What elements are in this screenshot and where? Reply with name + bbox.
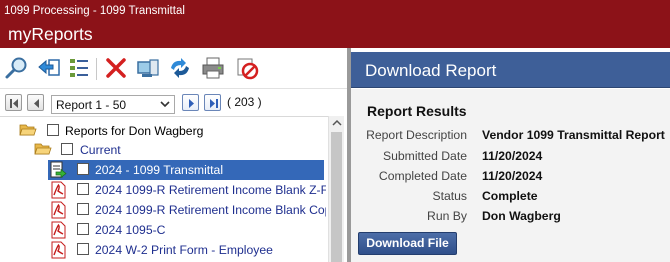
report-results-title: Report Results [367,103,467,119]
folder-open-icon [34,143,52,155]
report-tree: Reports for Don Wagberg Current 2024 - 1… [0,116,328,262]
page-range-value: Report 1 - 50 [56,98,127,112]
tree-folder-current[interactable]: Current [0,140,328,160]
last-page-icon [210,99,218,108]
tree-root-label: Reports for Don Wagberg [65,124,204,138]
field-value: 11/20/2024 [482,149,543,163]
back-arrow-icon[interactable] [36,55,62,81]
tree-item-checkbox[interactable] [77,183,89,195]
cancel-icon[interactable] [234,55,260,81]
next-page-button[interactable] [182,94,199,111]
field-label: Status [432,189,467,203]
previous-page-button[interactable] [27,94,44,111]
pdf-icon [51,181,66,199]
folder-open-icon [19,124,37,136]
pdf-icon [51,221,66,239]
tree-scrollbar[interactable] [328,116,344,262]
report-go-icon [50,161,67,179]
scroll-up-icon[interactable] [332,119,342,127]
tree-item[interactable]: 2024 W-2 Print Form - Employee [48,240,326,260]
tree-item-label: 2024 1099-R Retirement Income Blank Z-Fo [95,183,326,197]
download-file-button[interactable]: Download File [358,232,457,255]
tree-item-label: 2024 W-2 Print Form - Employee [95,243,273,257]
tree-root[interactable]: Reports for Don Wagberg [0,121,328,141]
first-page-button[interactable] [5,94,22,111]
report-count: ( 203 ) [227,95,262,109]
tree-item-checkbox[interactable] [77,163,89,175]
toolbar-separator [96,58,97,80]
field-value: 11/20/2024 [482,169,543,183]
tree-root-checkbox[interactable] [47,124,59,136]
field-label: Completed Date [378,169,467,183]
download-panel: Report Results Report Description Vendor… [351,89,670,262]
title-bar: 1099 Processing - 1099 Transmittal myRep… [0,0,670,48]
download-panel-title: Download Report [365,61,497,80]
pdf-icon [51,201,66,219]
field-value: Don Wagberg [482,209,561,223]
tree-item[interactable]: 2024 - 1099 Transmittal [48,160,324,180]
report-toolbar [0,48,348,88]
chevron-down-icon [160,101,170,108]
tree-item-checkbox[interactable] [77,203,89,215]
pdf-icon [51,241,66,259]
field-label: Report Description [366,128,467,142]
refresh-arrows-icon[interactable] [167,55,193,81]
first-page-icon [10,99,18,108]
previous-page-icon [34,99,39,108]
list-view-icon[interactable] [66,55,92,81]
breadcrumb: 1099 Processing - 1099 Transmittal [4,5,185,17]
print-icon[interactable] [200,55,226,81]
next-page-icon [189,99,194,108]
field-value: Complete [482,189,538,203]
field-label: Run By [427,209,467,223]
app-name: myReports [8,24,93,44]
search-icon[interactable] [4,55,30,81]
tree-item[interactable]: 2024 1099-R Retirement Income Blank Copy [48,200,326,220]
tree-item-label: 2024 1099-R Retirement Income Blank Copy [95,203,326,217]
monitor-icon[interactable] [135,55,161,81]
tree-item-checkbox[interactable] [77,223,89,235]
field-value: Vendor 1099 Transmittal Report [482,128,665,142]
download-panel-header: Download Report [351,52,670,88]
pager-bar: Report 1 - 50 ( 203 ) [0,88,348,116]
last-page-button[interactable] [204,94,221,111]
page-range-select[interactable]: Report 1 - 50 [51,95,175,114]
tree-item[interactable]: 2024 1095-C [48,220,326,240]
tree-item-label: 2024 - 1099 Transmittal [95,163,224,177]
tree-folder-label: Current [80,143,121,157]
tree-folder-checkbox[interactable] [61,143,73,155]
scrollbar-thumb[interactable] [331,132,342,262]
tree-item-checkbox[interactable] [77,243,89,255]
field-label: Submitted Date [382,149,467,163]
delete-x-icon[interactable] [103,55,129,81]
tree-item-label: 2024 1095-C [95,223,166,237]
tree-item[interactable]: 2024 1099-R Retirement Income Blank Z-Fo [48,180,326,200]
